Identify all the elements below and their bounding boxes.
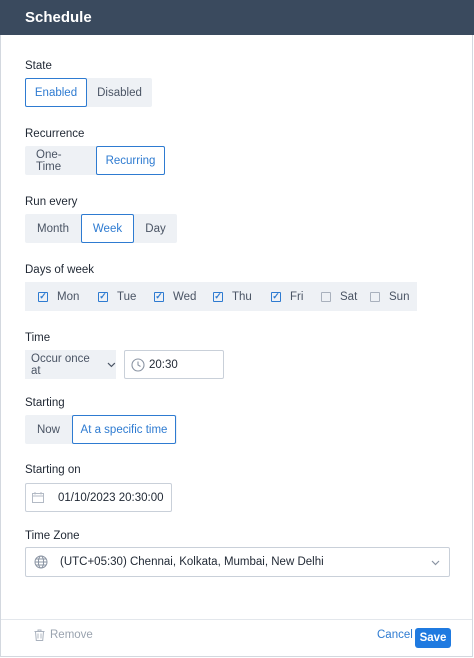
state-disabled-option[interactable]: Disabled	[87, 78, 152, 107]
starting-label: Starting	[25, 397, 65, 409]
day-checkbox-thu[interactable]: ✓ Thu	[213, 291, 271, 303]
checkbox-unchecked-icon	[321, 291, 331, 302]
checkbox-unchecked-icon	[370, 291, 380, 302]
time-input[interactable]: 20:30	[124, 350, 224, 379]
checkbox-checked-icon: ✓	[271, 291, 281, 302]
time-zone-label: Time Zone	[25, 530, 80, 542]
time-zone-value: (UTC+05:30) Chennai, Kolkata, Mumbai, Ne…	[60, 556, 324, 568]
checkbox-checked-icon: ✓	[98, 291, 108, 302]
state-enabled-option[interactable]: Enabled	[25, 78, 87, 107]
remove-button[interactable]: Remove	[34, 629, 93, 641]
remove-button-label: Remove	[50, 629, 93, 641]
day-label: Fri	[290, 290, 304, 303]
time-mode-dropdown[interactable]: Occur once at	[25, 350, 116, 379]
recurrence-segmented-control: One-Time Recurring	[25, 146, 165, 175]
checkbox-checked-icon: ✓	[213, 291, 223, 302]
chevron-down-icon	[431, 560, 440, 566]
time-input-value: 20:30	[149, 358, 178, 371]
starting-on-value: 01/10/2023 20:30:00	[58, 491, 164, 504]
recurrence-recurring-option[interactable]: Recurring	[96, 146, 165, 175]
run-every-day-option[interactable]: Day	[134, 214, 177, 243]
run-every-segmented-control: Month Week Day	[25, 214, 177, 243]
footer-divider	[1, 619, 472, 620]
time-mode-value: Occur once at	[31, 352, 90, 377]
run-every-label: Run every	[25, 196, 78, 208]
day-checkbox-fri[interactable]: ✓ Fri	[271, 291, 321, 303]
starting-on-label: Starting on	[25, 464, 81, 476]
chevron-down-icon	[107, 362, 116, 367]
day-label: Sat	[340, 290, 358, 303]
checkbox-checked-icon: ✓	[154, 291, 164, 302]
calendar-icon	[32, 492, 44, 503]
dialog-title: Schedule	[25, 9, 92, 26]
starting-segmented-control: Now At a specific time	[25, 415, 177, 444]
time-zone-select[interactable]: (UTC+05:30) Chennai, Kolkata, Mumbai, Ne…	[25, 547, 450, 577]
day-label: Thu	[232, 290, 252, 303]
starting-now-option[interactable]: Now	[25, 415, 72, 444]
globe-icon	[34, 555, 48, 569]
day-checkbox-wed[interactable]: ✓ Wed	[154, 291, 213, 303]
day-label: Wed	[173, 290, 197, 303]
run-every-week-option[interactable]: Week	[81, 214, 134, 243]
save-button[interactable]: Save	[415, 628, 451, 648]
time-label: Time	[25, 332, 51, 344]
day-checkbox-sun[interactable]: Sun	[370, 291, 414, 303]
days-of-week-group: ✓ Mon ✓ Tue ✓ Wed ✓ Thu ✓ Fri Sat Sun	[25, 282, 417, 311]
trash-icon	[34, 629, 45, 641]
recurrence-label: Recurrence	[25, 128, 85, 140]
cancel-button[interactable]: Cancel	[377, 629, 413, 641]
day-checkbox-mon[interactable]: ✓ Mon	[38, 291, 98, 303]
starting-on-datetime-input[interactable]: 01/10/2023 20:30:00	[25, 483, 172, 512]
dialog-header: Schedule	[0, 0, 474, 35]
checkbox-checked-icon: ✓	[38, 291, 48, 302]
day-label: Mon	[57, 290, 80, 303]
starting-specific-time-option[interactable]: At a specific time	[72, 415, 176, 444]
state-label: State	[25, 60, 52, 72]
day-label: Sun	[389, 290, 410, 303]
day-checkbox-sat[interactable]: Sat	[321, 291, 370, 303]
days-of-week-label: Days of week	[25, 264, 95, 276]
run-every-month-option[interactable]: Month	[25, 214, 81, 243]
day-checkbox-tue[interactable]: ✓ Tue	[98, 291, 154, 303]
day-label: Tue	[117, 290, 137, 303]
recurrence-one-time-option[interactable]: One-Time	[25, 146, 96, 175]
clock-icon	[131, 357, 145, 372]
state-segmented-control: Enabled Disabled	[25, 78, 152, 107]
